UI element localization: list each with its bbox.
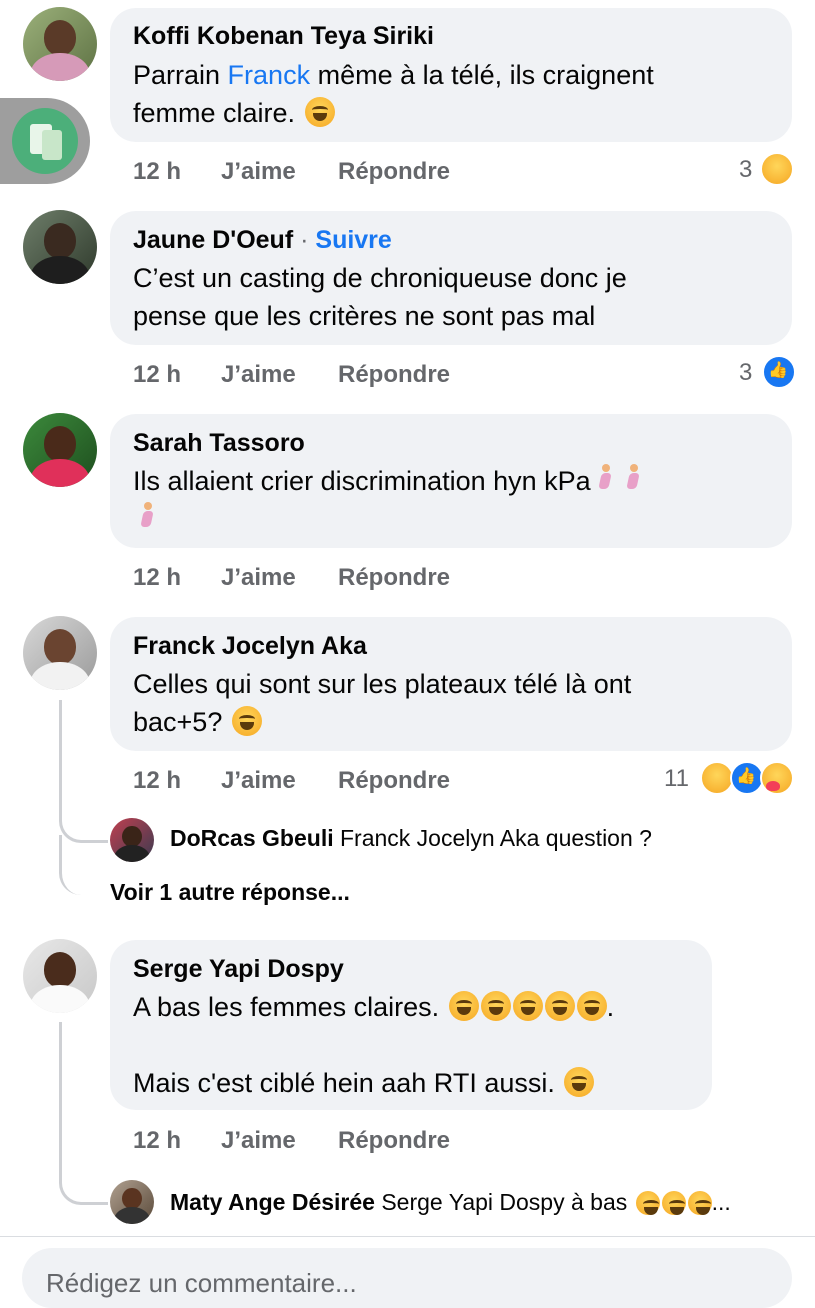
like-button[interactable]: J’aime [221, 767, 296, 795]
comment-text: pense que les critères ne sont pas mal [133, 301, 596, 331]
reply-button[interactable]: Répondre [338, 564, 450, 592]
comment-text: Parrain Franck même à la télé, ils craig… [133, 60, 654, 90]
person-with-cane-icon [137, 502, 157, 532]
composer-divider [0, 1236, 815, 1237]
like-reaction-icon [762, 355, 796, 389]
avatar[interactable] [23, 939, 97, 1013]
avatar[interactable] [23, 413, 97, 487]
reply-author[interactable]: DoRcas Gbeuli [170, 825, 334, 851]
comment-text: C’est un casting de chroniqueuse donc je [133, 263, 627, 293]
comment-text: Mais c'est ciblé hein aah RTI aussi. [133, 1064, 595, 1102]
reply-author[interactable]: Maty Ange Désirée [170, 1189, 375, 1215]
thread-line [59, 700, 108, 843]
reaction-count[interactable]: 3 [739, 359, 752, 387]
rofl-emoji-icon [480, 991, 511, 1021]
comment-text [133, 500, 161, 538]
thread-line [59, 1022, 108, 1205]
comment-author[interactable]: Franck Jocelyn Aka [133, 632, 367, 661]
rofl-emoji-icon [661, 1191, 686, 1215]
avatar[interactable] [23, 210, 97, 284]
comment-text: Ils allaient crier discrimination hyn kP… [133, 462, 647, 500]
like-button[interactable]: J’aime [221, 564, 296, 592]
reply-preview[interactable]: DoRcas Gbeuli Franck Jocelyn Aka questio… [170, 822, 652, 854]
reply-button[interactable]: Répondre [338, 158, 450, 186]
rofl-emoji-icon [687, 1191, 712, 1215]
more-replies-link[interactable]: Voir 1 autre réponse... [110, 876, 350, 908]
comment-text: A bas les femmes claires. . [133, 991, 615, 1022]
comment-time[interactable]: 12 h [133, 767, 181, 795]
voice-to-text-overlay[interactable] [0, 98, 90, 184]
reaction-count[interactable]: 11 [664, 765, 689, 793]
voice-to-text-icon [12, 108, 78, 174]
avatar[interactable] [23, 7, 97, 81]
rofl-emoji-icon [564, 1067, 595, 1097]
comment-time[interactable]: 12 h [133, 158, 181, 186]
follow-button[interactable]: Suivre [315, 226, 391, 254]
composer-placeholder: Rédigez un commentaire... [46, 1268, 357, 1298]
avatar[interactable] [23, 616, 97, 690]
avatar[interactable] [110, 1180, 154, 1224]
haha-reaction-icon [700, 761, 734, 795]
author-name[interactable]: Jaune D'Oeuf [133, 226, 293, 254]
thread-line [59, 835, 108, 895]
haha-reaction-icon [760, 152, 794, 186]
rofl-emoji-icon [635, 1191, 660, 1215]
comment-text: Celles qui sont sur les plateaux télé là… [133, 669, 632, 699]
comment-time[interactable]: 12 h [133, 361, 181, 389]
reply-button[interactable]: Répondre [338, 767, 450, 795]
person-with-cane-icon [595, 464, 615, 494]
comment-text: femme claire. [133, 94, 335, 132]
comment-composer-input[interactable]: Rédigez un commentaire... [22, 1248, 792, 1308]
person-with-cane-icon [623, 464, 643, 494]
mention-link[interactable]: Franck [228, 60, 311, 90]
avatar[interactable] [110, 818, 154, 862]
comment-text: bac+5? [133, 703, 262, 741]
like-reaction-icon [730, 761, 764, 795]
care-reaction-icon [760, 761, 794, 795]
comment-time[interactable]: 12 h [133, 1127, 181, 1155]
reply-button[interactable]: Répondre [338, 1127, 450, 1155]
rofl-emoji-icon [576, 991, 607, 1021]
reaction-count[interactable]: 3 [739, 156, 752, 184]
comment-author[interactable]: Serge Yapi Dospy [133, 955, 344, 984]
rofl-emoji-icon [544, 991, 575, 1021]
rofl-emoji-icon [448, 991, 479, 1021]
like-button[interactable]: J’aime [221, 158, 296, 186]
laughing-emoji-icon [304, 97, 335, 127]
rofl-emoji-icon [512, 991, 543, 1021]
comment-author[interactable]: Sarah Tassoro [133, 429, 305, 458]
reply-button[interactable]: Répondre [338, 361, 450, 389]
like-button[interactable]: J’aime [221, 1127, 296, 1155]
comment-author[interactable]: Koffi Kobenan Teya Siriki [133, 22, 434, 51]
rofl-emoji-icon [231, 706, 262, 736]
comment-time[interactable]: 12 h [133, 564, 181, 592]
comment-author: Jaune D'Oeuf · Suivre [133, 226, 392, 254]
reply-preview[interactable]: Maty Ange Désirée Serge Yapi Dospy à bas… [170, 1186, 731, 1218]
like-button[interactable]: J’aime [221, 361, 296, 389]
